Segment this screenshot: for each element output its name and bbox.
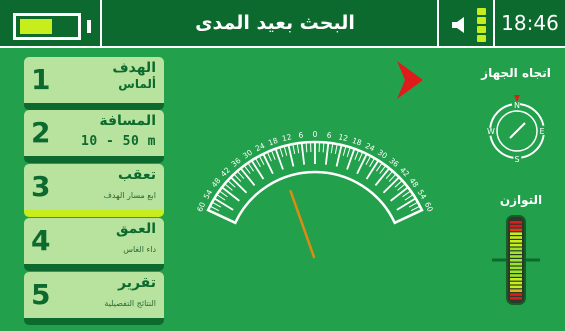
menu-item-title: العمق	[116, 221, 156, 237]
balance-segment	[510, 278, 522, 281]
gauge-tick-label: 24	[364, 141, 377, 153]
signal-bars-icon	[477, 8, 486, 42]
balance-segment	[510, 251, 522, 254]
balance-segment	[510, 266, 522, 270]
balance-segment	[510, 281, 522, 285]
balance-segment	[510, 228, 522, 232]
menu-item-subtitle: ابع مسار الهدف	[103, 191, 156, 200]
balance-segment	[510, 285, 522, 289]
compass-west-label: W	[487, 127, 495, 136]
balance-indicator	[492, 215, 540, 305]
balance-segment	[510, 274, 522, 277]
menu-item-title: المسافة	[99, 113, 156, 129]
menu-item-depth[interactable]: 4 العمق داء الغاس	[24, 218, 164, 271]
balance-segment	[510, 232, 522, 235]
direction-arrow-icon	[397, 61, 423, 99]
menu-item-number: 2	[31, 116, 51, 149]
gauge-tick-label: 18	[267, 136, 279, 148]
balance-segment	[510, 289, 522, 292]
balance-segment	[510, 297, 522, 300]
balance-segment	[510, 270, 522, 273]
battery-icon	[13, 13, 81, 40]
gauge-tick-label: 30	[241, 148, 254, 161]
speaker-icon[interactable]	[451, 16, 469, 34]
app-screen: البحث بعيد المدى 18:46 1 الهدف ألماس 2 ا…	[0, 0, 565, 331]
clock: 18:46	[501, 11, 559, 35]
balance-segment	[510, 293, 522, 296]
gauge-tick-label: 6	[326, 131, 332, 141]
menu-item-subtitle: النتائج التفصيلية	[104, 299, 156, 308]
balance-segment	[510, 255, 522, 258]
gauge-tick-label: 24	[254, 141, 267, 153]
battery-level	[20, 19, 52, 34]
balance-label: التوازن	[499, 193, 543, 207]
menu-item-report[interactable]: 5 تقرير النتائج التفصيلية	[24, 272, 164, 325]
gauge-tick-label: 60	[195, 201, 207, 214]
compass-icon: N E S W	[487, 95, 545, 164]
menu-item-number: 5	[31, 278, 51, 311]
balance-segment	[510, 240, 522, 243]
page-title: البحث بعيد المدى	[195, 12, 355, 34]
menu-item-distance[interactable]: 2 المسافة 10 - 50 m	[24, 110, 164, 163]
compass-south-label: S	[514, 155, 519, 164]
compass-east-label: E	[539, 127, 544, 136]
gauge-needle	[289, 189, 316, 259]
gauge-tick-label: 6	[298, 131, 304, 141]
top-bar-divider	[100, 0, 102, 46]
signal-gauge: 60544842363024 18 12 6 0 6 12 18 24303642485460	[195, 130, 435, 259]
menu-item-number: 1	[31, 63, 51, 96]
gauge-tick-label: 30	[376, 148, 389, 161]
balance-segment	[510, 247, 522, 251]
balance-segment	[510, 259, 522, 262]
top-bar: البحث بعيد المدى 18:46	[0, 0, 565, 48]
gauge-tick-label: 0	[313, 130, 318, 139]
menu-item-subtitle: داء الغاس	[123, 245, 156, 254]
balance-segment	[510, 221, 522, 224]
compass-north-label: N	[514, 101, 520, 110]
balance-segment	[510, 236, 522, 239]
menu-item-subtitle: 10 - 50 m	[81, 134, 156, 149]
menu-item-title: تقرير	[117, 275, 156, 291]
menu-item-target[interactable]: 1 الهدف ألماس	[24, 57, 164, 110]
menu-item-title: الهدف	[112, 60, 156, 76]
battery-tip	[87, 20, 91, 33]
gauge-tick-label: 60	[423, 201, 435, 214]
menu-item-tracking[interactable]: 3 تعقب ابع مسار الهدف	[24, 164, 164, 217]
menu-item-subtitle: ألماس	[118, 77, 156, 91]
balance-segment	[510, 224, 522, 228]
top-bar-divider	[437, 0, 439, 46]
balance-segment	[510, 243, 522, 247]
menu-item-number: 3	[31, 170, 51, 203]
gauge-tick-label: 12	[281, 132, 293, 143]
balance-segment	[510, 262, 522, 266]
gauge-tick-label: 54	[416, 188, 429, 201]
gauge-tick-label: 18	[351, 136, 363, 148]
menu-item-number: 4	[31, 224, 51, 257]
gauge-tick-label: 12	[338, 132, 350, 143]
menu-item-title: تعقب	[117, 167, 156, 183]
gauge-tick-label: 54	[202, 188, 215, 201]
compass-label: اتجاه الجهاز	[481, 66, 551, 80]
